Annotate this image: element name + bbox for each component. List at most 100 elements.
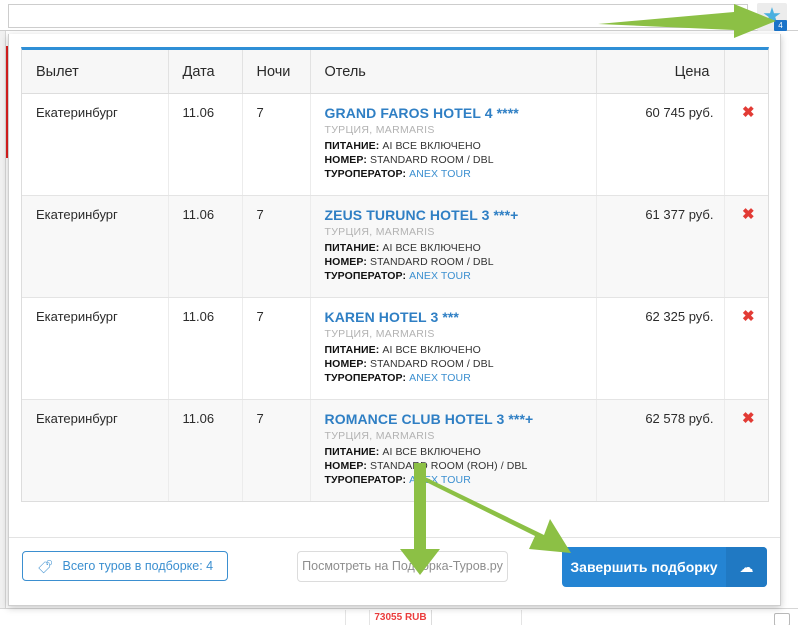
star-badge-count: 4: [774, 20, 787, 31]
hotel-operator-line: ТУРОПЕРАТОР: ANEX TOUR: [325, 167, 586, 181]
hotel-link[interactable]: GRAND FAROS HOTEL 4 ****: [325, 105, 586, 121]
table-row: Екатеринбург 11.06 7 ZEUS TURUNC HOTEL 3 **…: [22, 195, 768, 298]
column-header-price: Цена: [596, 50, 725, 94]
hotel-geo: ТУРЦИЯ, MARMARIS: [324, 226, 435, 238]
column-header-departure: Вылет: [22, 50, 169, 94]
cell-hotel: ZEUS TURUNC HOTEL 3 ***+ ТУРЦИЯ, MARMARIS…: [310, 195, 597, 298]
hotel-operator-line: ТУРОПЕРАТОР: ANEX TOUR: [325, 269, 586, 283]
view-on-site-button[interactable]: Посмотреть на Подборка-Туров.ру: [297, 551, 508, 582]
column-header-hotel: Отель: [310, 50, 597, 94]
cell-nights: 7: [242, 93, 311, 196]
hotel-link[interactable]: KAREN HOTEL 3 ***: [325, 309, 586, 325]
operator-label: ТУРОПЕРАТОР:: [324, 372, 407, 384]
hotel-meal-line: ПИТАНИЕ: AI ВСЕ ВКЛЮЧЕНО: [325, 241, 586, 255]
hotel-meal-line: ПИТАНИЕ: AI ВСЕ ВКЛЮЧЕНО: [325, 139, 586, 153]
background-cell-c: [432, 610, 522, 625]
cell-remove: ✖: [724, 297, 768, 400]
cell-nights: 7: [242, 399, 311, 501]
tours-table-body: Екатеринбург 11.06 7 GRAND FAROS HOTEL 4 **…: [22, 93, 768, 501]
meal-label: ПИТАНИЕ:: [324, 446, 380, 458]
remove-tour-icon[interactable]: ✖: [742, 309, 755, 324]
finish-selection-button[interactable]: Завершить подборку ☁: [562, 547, 767, 587]
room-label: НОМЕР:: [324, 154, 367, 166]
background-cell-a: [300, 610, 346, 625]
hotel-operator-line: ТУРОПЕРАТОР: ANEX TOUR: [325, 371, 586, 385]
bookmark-star-button[interactable]: ★ 4: [757, 3, 787, 31]
cell-departure: Екатеринбург: [22, 93, 169, 196]
cell-departure: Екатеринбург: [22, 297, 169, 400]
cell-price: 62 578 руб.: [596, 399, 725, 501]
meal-label: ПИТАНИЕ:: [324, 344, 380, 356]
cell-price: 61 377 руб.: [596, 195, 725, 298]
screen: ★ 4 73055 RUB Вылет Дата Ночи Отель Цена…: [0, 0, 798, 625]
table-row: Екатеринбург 11.06 7 GRAND FAROS HOTEL 4 **…: [22, 93, 768, 196]
tours-table: Вылет Дата Ночи Отель Цена Екатеринбург 1…: [22, 50, 768, 501]
operator-label: ТУРОПЕРАТОР:: [324, 270, 407, 282]
cell-remove: ✖: [724, 399, 768, 501]
column-header-date: Дата: [168, 50, 243, 94]
hotel-room-line: НОМЕР: STANDARD ROOM / DBL: [325, 153, 586, 167]
operator-link[interactable]: ANEX TOUR: [409, 372, 471, 384]
room-value: STANDARD ROOM / DBL: [370, 358, 494, 370]
background-results-row: 73055 RUB: [0, 608, 798, 625]
hotel-meal-line: ПИТАНИЕ: AI ВСЕ ВКЛЮЧЕНО: [325, 343, 586, 357]
cell-date: 11.06: [168, 297, 243, 400]
cell-hotel: GRAND FAROS HOTEL 4 **** ТУРЦИЯ, MARMARIS…: [310, 93, 597, 196]
hotel-geo: ТУРЦИЯ, MARMARIS: [324, 430, 435, 442]
operator-link[interactable]: ANEX TOUR: [409, 474, 471, 486]
meal-value: AI ВСЕ ВКЛЮЧЕНО: [382, 242, 481, 254]
room-label: НОМЕР:: [324, 460, 367, 472]
room-label: НОМЕР:: [324, 358, 367, 370]
background-price-cell: 73055 RUB: [370, 610, 432, 625]
hotel-link[interactable]: ZEUS TURUNC HOTEL 3 ***+: [325, 207, 586, 223]
background-cell-b: [346, 610, 370, 625]
table-header-row: Вылет Дата Ночи Отель Цена: [22, 50, 768, 94]
room-value: STANDARD ROOM / DBL: [370, 154, 494, 166]
remove-tour-icon[interactable]: ✖: [742, 105, 755, 120]
cell-departure: Екатеринбург: [22, 399, 169, 501]
tag-icon: 🏷: [37, 558, 54, 574]
cell-date: 11.06: [168, 399, 243, 501]
operator-link[interactable]: ANEX TOUR: [409, 168, 471, 180]
tour-count-button[interactable]: 🏷 Всего туров в подборке: 4: [22, 551, 229, 581]
hotel-room-line: НОМЕР: STANDARD ROOM / DBL: [325, 255, 586, 269]
room-value: STANDARD ROOM (ROH) / DBL: [370, 460, 528, 472]
cell-hotel: KAREN HOTEL 3 *** ТУРЦИЯ, MARMARIS ПИТАНИЕ…: [310, 297, 597, 400]
table-row: Екатеринбург 11.06 7 KAREN HOTEL 3 *** ТУРЦИ…: [22, 297, 768, 400]
browser-toolbar: ★ 4: [0, 0, 798, 31]
finish-selection-label: Завершить подборку: [570, 559, 718, 575]
cell-nights: 7: [242, 195, 311, 298]
meal-label: ПИТАНИЕ:: [324, 140, 380, 152]
meal-value: AI ВСЕ ВКЛЮЧЕНО: [382, 140, 481, 152]
cell-nights: 7: [242, 297, 311, 400]
cell-departure: Екатеринбург: [22, 195, 169, 298]
operator-label: ТУРОПЕРАТОР:: [324, 168, 407, 180]
hotel-geo: ТУРЦИЯ, MARMARIS: [324, 328, 435, 340]
cell-price: 60 745 руб.: [596, 93, 725, 196]
hotel-link[interactable]: ROMANCE CLUB HOTEL 3 ***+: [325, 411, 586, 427]
hotel-operator-line: ТУРОПЕРАТОР: ANEX TOUR: [325, 473, 586, 487]
selection-popup: Вылет Дата Ночи Отель Цена Екатеринбург 1…: [8, 34, 781, 606]
meal-value: AI ВСЕ ВКЛЮЧЕНО: [382, 344, 481, 356]
cell-date: 11.06: [168, 93, 243, 196]
remove-tour-icon[interactable]: ✖: [742, 411, 755, 426]
hotel-meal-line: ПИТАНИЕ: AI ВСЕ ВКЛЮЧЕНО: [325, 445, 586, 459]
hotel-room-line: НОМЕР: STANDARD ROOM (ROH) / DBL: [325, 459, 586, 473]
cell-remove: ✖: [724, 93, 768, 196]
cloud-icon: ☁: [726, 547, 767, 587]
tours-table-container: Вылет Дата Ночи Отель Цена Екатеринбург 1…: [21, 47, 769, 502]
popup-footer: 🏷 Всего туров в подборке: 4 Посмотреть н…: [9, 537, 780, 605]
column-header-remove: [724, 50, 768, 94]
cell-date: 11.06: [168, 195, 243, 298]
browser-address-bar[interactable]: [8, 4, 748, 28]
hotel-room-line: НОМЕР: STANDARD ROOM / DBL: [325, 357, 586, 371]
operator-link[interactable]: ANEX TOUR: [409, 270, 471, 282]
tour-count-label: Всего туров в подборке: 4: [62, 559, 214, 573]
column-header-nights: Ночи: [242, 50, 311, 94]
cell-price: 62 325 руб.: [596, 297, 725, 400]
cell-remove: ✖: [724, 195, 768, 298]
hotel-geo: ТУРЦИЯ, MARMARIS: [324, 124, 435, 136]
background-checkbox[interactable]: [774, 613, 790, 625]
remove-tour-icon[interactable]: ✖: [742, 207, 755, 222]
table-row: Екатеринбург 11.06 7 ROMANCE CLUB HOTEL 3 *…: [22, 399, 768, 501]
